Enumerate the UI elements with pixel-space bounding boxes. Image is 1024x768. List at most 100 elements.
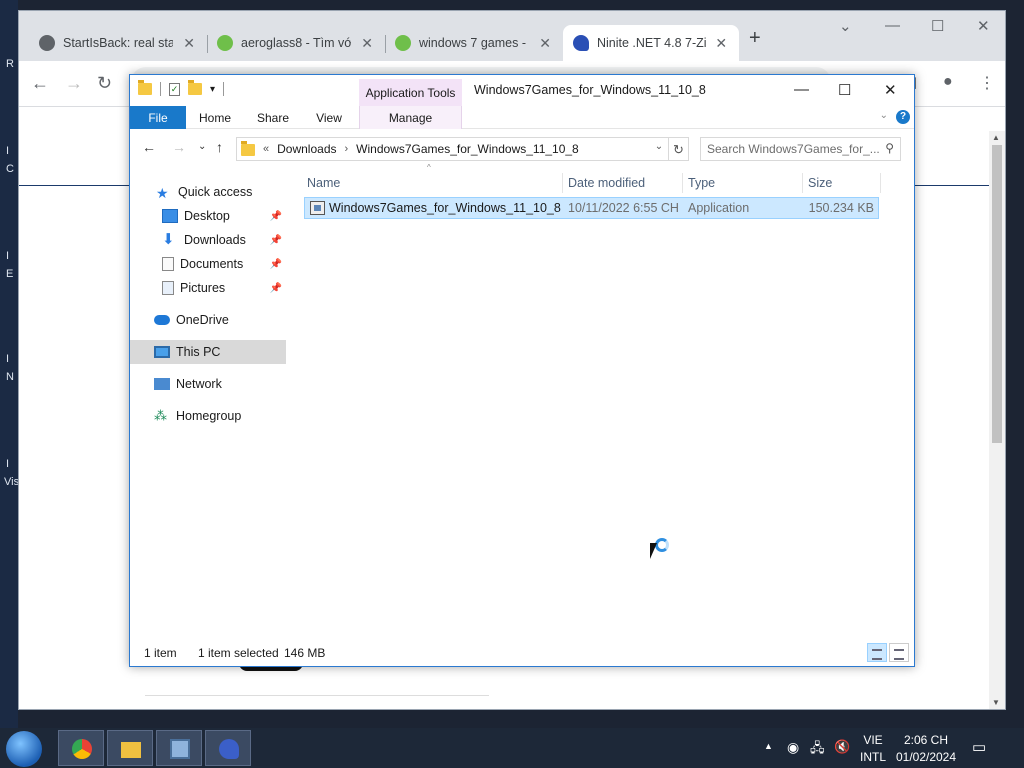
address-dropdown-icon[interactable]: ⌄ [650, 137, 668, 161]
close-icon[interactable]: ✕ [884, 81, 897, 99]
tab-title: StartIsBack: real start [63, 36, 174, 50]
desktop-edge-letter: I [6, 250, 10, 262]
nav-item-downloads[interactable]: ⬇ Downloads 📌 [130, 228, 286, 252]
start-button[interactable] [6, 731, 42, 767]
desktop-edge-letter: I [6, 458, 10, 470]
minimize-icon[interactable]: — [794, 81, 809, 98]
pin-icon[interactable]: 📌 [270, 283, 282, 294]
tab-view[interactable]: View [310, 106, 348, 129]
volume-muted-icon[interactable]: 🔇 [834, 739, 850, 768]
browser-tab[interactable]: windows 7 games - T ✕ [385, 25, 563, 61]
close-icon[interactable]: ✕ [977, 17, 990, 35]
back-icon[interactable]: ← [142, 139, 156, 155]
taskbar-chrome[interactable] [58, 730, 104, 766]
forward-icon[interactable]: → [65, 73, 83, 94]
customize-qat-icon[interactable]: ▾ [210, 84, 215, 95]
action-center-icon[interactable]: ▭ [972, 738, 986, 768]
nav-item-this-pc[interactable]: This PC [130, 340, 286, 364]
maximize-icon[interactable]: ☐ [931, 17, 944, 35]
quick-access-toolbar: ✓ ▾ [138, 80, 225, 96]
document-icon [162, 257, 174, 271]
details-view-icon[interactable] [867, 643, 887, 662]
pin-icon[interactable]: 📌 [270, 211, 282, 222]
maximize-icon[interactable]: ☐ [838, 81, 851, 99]
taskbar-ninite[interactable] [205, 730, 251, 766]
column-divider[interactable] [880, 173, 881, 193]
nav-item-network[interactable]: Network [130, 372, 286, 396]
input-language[interactable]: VIE INTL [860, 733, 886, 768]
new-folder-icon[interactable] [188, 80, 202, 95]
tab-title: windows 7 games - T [419, 36, 530, 50]
large-icons-view-icon[interactable] [889, 643, 909, 662]
pin-icon[interactable]: 📌 [270, 259, 282, 270]
navigation-pane: ★ Quick access Desktop 📌 ⬇ Downloads 📌 D… [130, 169, 290, 639]
browser-tab-active[interactable]: Ninite .NET 4.8 7-Zip ✕ [563, 25, 739, 61]
close-tab-icon[interactable]: ✕ [359, 35, 375, 52]
taskbar-file-explorer[interactable] [107, 730, 153, 766]
nav-item-quick-access[interactable]: ★ Quick access [130, 180, 286, 204]
nav-item-homegroup[interactable]: ⁂ Homegroup [130, 404, 286, 428]
nav-item-onedrive[interactable]: OneDrive [130, 308, 286, 332]
scroll-down-icon[interactable]: ▼ [992, 698, 1000, 707]
nav-item-pictures[interactable]: Pictures 📌 [130, 276, 286, 300]
close-tab-icon[interactable]: ✕ [537, 35, 553, 52]
file-row-selected[interactable]: Windows7Games_for_Windows_11_10_8 10/11/… [304, 197, 879, 219]
network-icon [154, 378, 170, 390]
nav-item-documents[interactable]: Documents 📌 [130, 252, 286, 276]
up-icon[interactable]: ↑ [216, 139, 223, 155]
column-divider[interactable] [562, 173, 563, 193]
refresh-icon[interactable]: ↻ [668, 137, 689, 161]
browser-tabbar: StartIsBack: real start ✕ aeroglass8 - T… [19, 11, 1005, 61]
desktop-icon [162, 209, 178, 223]
column-header-name[interactable]: Name [303, 169, 561, 197]
close-tab-icon[interactable]: ✕ [714, 35, 730, 52]
contextual-tab-header: Application Tools [359, 79, 462, 106]
tab-share[interactable]: Share [252, 106, 294, 129]
network-tray-icon[interactable]: 🖧 [810, 739, 825, 768]
close-tab-icon[interactable]: ✕ [181, 35, 197, 52]
scroll-up-icon[interactable]: ▲ [992, 133, 1000, 142]
new-tab-button[interactable]: + [749, 27, 761, 50]
column-header-size[interactable]: Size [804, 169, 880, 197]
file-list: ^ Name Date modified Type Size Windows7G… [303, 163, 914, 639]
breadcrumb-current[interactable]: Windows7Games_for_Windows_11_10_8 [356, 142, 579, 156]
desktop-edge-letter: Vis [4, 476, 20, 488]
tab-manage[interactable]: Manage [359, 106, 462, 129]
record-icon[interactable]: ◉ [787, 739, 799, 768]
computer-icon [154, 346, 170, 358]
menu-icon[interactable]: ⋮ [979, 73, 995, 93]
breadcrumb-separator[interactable]: › [345, 143, 349, 155]
file-name: Windows7Games_for_Windows_11_10_8 [329, 201, 561, 215]
back-icon[interactable]: ← [31, 73, 49, 94]
minimize-icon[interactable]: — [885, 17, 900, 34]
breadcrumb-downloads[interactable]: Downloads [277, 142, 336, 156]
scroll-thumb[interactable] [992, 145, 1002, 443]
nav-item-desktop[interactable]: Desktop 📌 [130, 204, 286, 228]
reload-icon[interactable]: ↻ [97, 73, 112, 94]
address-bar[interactable]: « Downloads › Windows7Games_for_Windows_… [236, 137, 689, 161]
breadcrumb-overflow[interactable]: « [263, 143, 269, 155]
tab-file[interactable]: File [130, 106, 186, 129]
column-header-date[interactable]: Date modified [564, 169, 682, 197]
column-header-type[interactable]: Type [684, 169, 802, 197]
profile-icon[interactable]: ● [943, 73, 953, 91]
page-scrollbar[interactable]: ▲ ▼ [989, 131, 1005, 709]
pin-icon[interactable]: 📌 [270, 235, 282, 246]
show-hidden-icons[interactable]: ▲ [764, 741, 773, 768]
file-date: 10/11/2022 6:55 CH [568, 201, 679, 215]
taskbar-control-panel[interactable] [156, 730, 202, 766]
recent-locations-icon[interactable]: ⌄ [198, 141, 206, 152]
expand-ribbon-icon[interactable]: ⌄ [880, 110, 888, 121]
tab-title: aeroglass8 - Tìm với [241, 36, 352, 50]
clock[interactable]: 2:06 CH 01/02/2024 [894, 733, 958, 768]
browser-tab[interactable]: StartIsBack: real start ✕ [29, 25, 207, 61]
help-icon[interactable]: ? [896, 110, 910, 124]
search-input[interactable]: Search Windows7Games_for_... ⚲ [700, 137, 901, 161]
forward-icon[interactable]: → [172, 139, 186, 155]
browser-tab[interactable]: aeroglass8 - Tìm với ✕ [207, 25, 385, 61]
tab-home[interactable]: Home [194, 106, 236, 129]
properties-icon[interactable]: ✓ [169, 82, 180, 96]
chevron-down-icon[interactable]: ⌄ [839, 17, 852, 35]
column-divider[interactable] [682, 173, 683, 193]
column-divider[interactable] [802, 173, 803, 193]
